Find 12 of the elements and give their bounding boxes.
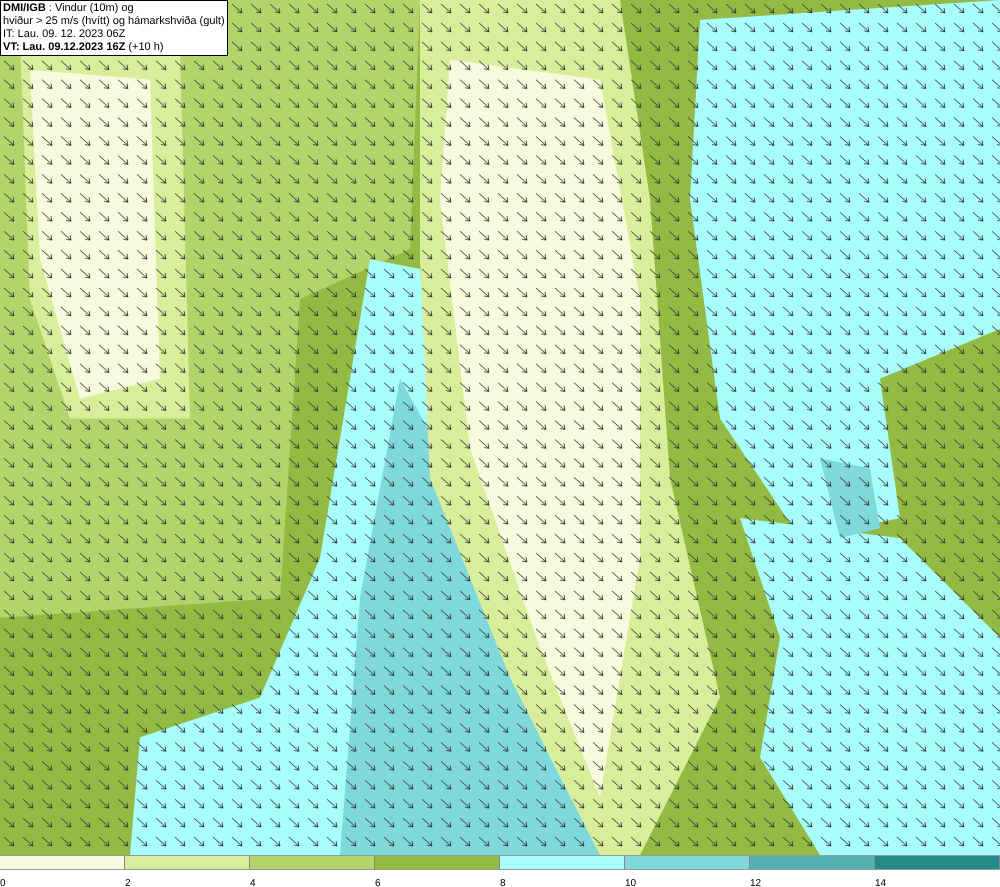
info-text: IT: Lau. 09. 12. 2023 06Z [3, 28, 126, 41]
legend-label: 12 [750, 878, 762, 887]
legend-label: 2 [125, 878, 131, 887]
info-text: hviður > 25 m/s (hvítt) og hámarkshviða (gult) [3, 15, 225, 28]
legend-label: 8 [500, 878, 506, 887]
legend-label: 4 [250, 878, 256, 887]
legend-label: 10 [625, 878, 636, 887]
legend-label: 14 [875, 878, 886, 887]
info-text: DMI/IGB : Vindur (10m) og [3, 2, 135, 15]
info-text: VT: Lau. 09.12.2023 16Z (+10 h) [3, 41, 165, 54]
legend-label: 0 [0, 878, 6, 887]
legend-label: 6 [375, 878, 381, 887]
